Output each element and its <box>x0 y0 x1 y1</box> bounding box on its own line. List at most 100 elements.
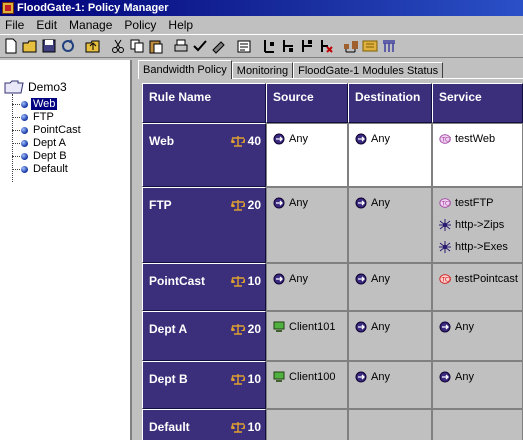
rule-default-destination-cell[interactable] <box>348 409 432 440</box>
any-object-icon <box>355 371 367 383</box>
tab-strip: Bandwidth Policy Monitoring FloodGate-1 … <box>138 60 444 79</box>
menu-manage[interactable]: Manage <box>69 18 112 32</box>
install-button[interactable] <box>211 38 227 54</box>
network-objects-button[interactable] <box>343 38 359 54</box>
priority-scale-icon <box>230 276 245 287</box>
cut-button[interactable] <box>110 38 126 54</box>
rule-dept-b-destination-cell[interactable]: Any <box>348 361 432 409</box>
service-entry[interactable]: TCP testFTP <box>439 197 494 209</box>
header-rule-name-label: Rule Name <box>149 90 212 104</box>
tab-modules-status[interactable]: FloodGate-1 Modules Status <box>293 62 444 78</box>
tree-item-dept-a[interactable]: Dept A <box>12 137 68 149</box>
tree-item-default[interactable]: Default <box>12 163 70 175</box>
save-button[interactable] <box>41 38 57 54</box>
service-entry[interactable]: TCP testWeb <box>439 133 495 145</box>
rule-dept-b-source-cell[interactable]: Client100 <box>266 361 348 409</box>
rule-dept-a-destination-cell[interactable]: Any <box>348 311 432 361</box>
tree-root[interactable]: Demo3 <box>4 80 67 94</box>
source-entry[interactable]: Client100 <box>273 371 335 383</box>
menu-help[interactable]: Help <box>168 18 193 32</box>
rule-dept-a-service-cell[interactable]: Any <box>432 311 523 361</box>
rule-cell-ftp[interactable]: FTP 20 <box>142 187 266 263</box>
rule-cell-default[interactable]: Default 10 <box>142 409 266 440</box>
header-destination[interactable]: Destination <box>348 83 432 123</box>
verify-button[interactable] <box>192 38 208 54</box>
add-rule-below-button[interactable] <box>280 38 296 54</box>
rule-cell-web[interactable]: Web 40 <box>142 123 266 187</box>
service-entry[interactable]: Any <box>439 321 474 333</box>
rule-node-icon <box>21 139 28 147</box>
rule-cell-pointcast[interactable]: PointCast 10 <box>142 263 266 311</box>
destination-entry-icon <box>355 133 367 145</box>
rule-web-destination-cell[interactable]: Any <box>348 123 432 187</box>
rule-pointcast-source-cell[interactable]: Any <box>266 263 348 311</box>
menu-policy[interactable]: Policy <box>124 18 156 32</box>
rule-dept-b-service-cell[interactable]: Any <box>432 361 523 409</box>
service-entry-icon <box>439 371 451 383</box>
service-entry-icon <box>439 321 451 333</box>
tree-item-pointcast[interactable]: PointCast <box>12 124 83 136</box>
menu-file[interactable]: File <box>5 18 24 32</box>
paste-button[interactable] <box>148 38 164 54</box>
service-entry[interactable]: TCP testPointcast <box>439 273 518 285</box>
rule-ftp-destination-cell[interactable]: Any <box>348 187 432 263</box>
up-folder-button[interactable] <box>85 38 101 54</box>
service-entry-label: testWeb <box>455 133 496 145</box>
tree-item-web[interactable]: Web <box>12 98 58 110</box>
service-entry[interactable]: http->Zips <box>439 219 504 231</box>
header-destination-label: Destination <box>355 90 421 104</box>
service-entry[interactable]: Any <box>439 371 474 383</box>
rule-ftp-source-cell[interactable]: Any <box>266 187 348 263</box>
source-entry[interactable]: Client101 <box>273 321 335 333</box>
header-source[interactable]: Source <box>266 83 348 123</box>
rule-priority[interactable]: 10 <box>230 372 261 386</box>
destination-entry[interactable]: Any <box>355 273 390 285</box>
copy-button[interactable] <box>129 38 145 54</box>
tab-bandwidth-policy[interactable]: Bandwidth Policy <box>138 60 232 79</box>
print-button[interactable] <box>173 38 189 54</box>
services-button[interactable] <box>362 38 378 54</box>
rule-pointcast-destination-cell[interactable]: Any <box>348 263 432 311</box>
open-button[interactable] <box>22 38 38 54</box>
header-service[interactable]: Service <box>432 83 523 123</box>
rule-pointcast-service-cell[interactable]: TCP testPointcast <box>432 263 523 311</box>
header-rule-name[interactable]: Rule Name <box>142 83 266 123</box>
destination-entry[interactable]: Any <box>355 197 390 209</box>
source-entry[interactable]: Any <box>273 197 308 209</box>
destination-entry[interactable]: Any <box>355 371 390 383</box>
rule-default-source-cell[interactable] <box>266 409 348 440</box>
tree-item-dept-b[interactable]: Dept B <box>12 150 69 162</box>
destination-entry[interactable]: Any <box>355 321 390 333</box>
refresh-button[interactable] <box>60 38 76 54</box>
rule-priority[interactable]: 10 <box>230 274 261 288</box>
source-entry-icon <box>273 197 285 209</box>
rule-cell-dept-b[interactable]: Dept B 10 <box>142 361 266 409</box>
service-entry[interactable]: http->Exes <box>439 241 508 253</box>
tree-item-ftp[interactable]: FTP <box>12 111 56 123</box>
rule-dept-a-source-cell[interactable]: Client101 <box>266 311 348 361</box>
svg-text:TCP: TCP <box>441 201 451 208</box>
properties-button[interactable] <box>236 38 252 54</box>
rule-priority[interactable]: 20 <box>230 198 261 212</box>
rule-web-source-cell[interactable]: Any <box>266 123 348 187</box>
delete-rule-button[interactable] <box>318 38 334 54</box>
resources-button[interactable] <box>381 38 397 54</box>
rule-priority[interactable]: 10 <box>230 420 261 434</box>
add-rule-button[interactable] <box>261 38 277 54</box>
rule-ftp-service-cell[interactable]: TCP testFTP http->Zips http->Exes <box>432 187 523 263</box>
rule-priority[interactable]: 20 <box>230 322 261 336</box>
rule-cell-dept-a[interactable]: Dept A 20 <box>142 311 266 361</box>
source-entry[interactable]: Any <box>273 133 308 145</box>
new-button[interactable] <box>3 38 19 54</box>
rule-priority[interactable]: 40 <box>230 134 261 148</box>
add-rule-above-icon <box>302 40 312 52</box>
destination-entry-label: Any <box>371 321 390 333</box>
add-rule-above-button[interactable] <box>299 38 315 54</box>
rule-web-service-cell[interactable]: TCP testWeb <box>432 123 523 187</box>
menu-edit[interactable]: Edit <box>36 18 57 32</box>
destination-entry[interactable]: Any <box>355 133 390 145</box>
source-entry[interactable]: Any <box>273 273 308 285</box>
tab-monitoring[interactable]: Monitoring <box>231 62 294 78</box>
any-object-icon <box>355 133 367 145</box>
rule-default-service-cell[interactable] <box>432 409 523 440</box>
